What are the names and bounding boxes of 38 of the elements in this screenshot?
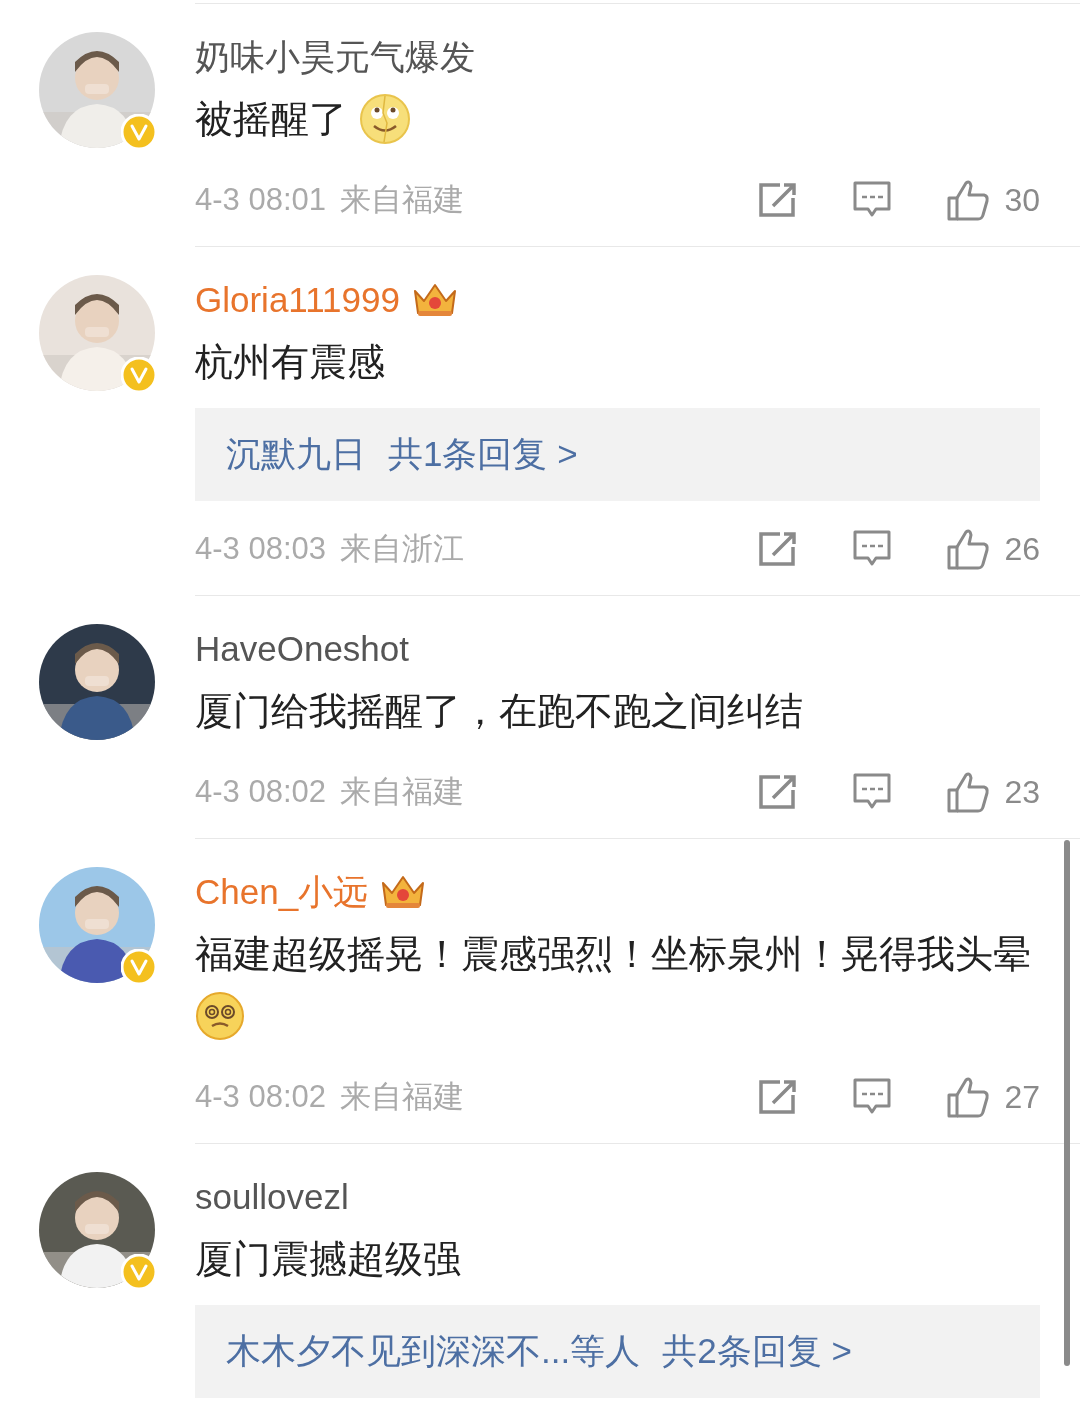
thumbs-up-icon[interactable] — [946, 527, 991, 571]
comment-text: 被摇醒了 — [195, 97, 347, 142]
like-count: 27 — [1004, 1078, 1040, 1117]
comment-text: 厦门震撼超级强 — [195, 1237, 461, 1282]
comment-text: 厦门给我摇醒了，在跑不跑之间纠结 — [195, 689, 803, 734]
username[interactable]: Chen_小远 — [195, 865, 369, 919]
timestamp: 4-3 08:02 — [195, 1077, 326, 1116]
reply-count-link[interactable]: 共1条回复 > — [388, 428, 578, 481]
username[interactable]: soullovezl — [195, 1170, 349, 1224]
reply-users[interactable]: 沉默九日 — [226, 428, 366, 481]
reply-count-link[interactable]: 共2条回复 > — [662, 1325, 852, 1378]
username[interactable]: HaveOneshot — [195, 622, 410, 676]
reply-users[interactable]: 木木夕不见到深深不...等人 — [226, 1325, 641, 1378]
timestamp: 4-3 08:03 — [195, 529, 326, 568]
username[interactable]: Gloria111999 — [195, 273, 400, 327]
location-text: 来自福建 — [340, 772, 464, 811]
like-count: 30 — [1004, 181, 1040, 220]
replies-panel[interactable]: 木木夕不见到深深不...等人 共2条回复 > — [195, 1305, 1040, 1398]
like-count: 26 — [1004, 530, 1040, 569]
share-icon[interactable] — [758, 774, 799, 810]
share-icon[interactable] — [758, 1079, 799, 1115]
dizzy-emoji-icon — [195, 991, 245, 1041]
location-text: 来自浙江 — [340, 529, 464, 568]
thumbs-up-icon[interactable] — [946, 1075, 991, 1119]
smiley-emoji-icon — [359, 93, 411, 145]
location-text: 来自福建 — [340, 1077, 464, 1116]
timestamp: 4-3 08:02 — [195, 772, 326, 811]
like-count: 23 — [1004, 773, 1040, 812]
timestamp: 4-3 08:01 — [195, 180, 326, 219]
thumbs-up-icon[interactable] — [946, 770, 991, 814]
username[interactable]: 奶味小昊元气爆发 — [195, 30, 475, 84]
comment-text: 杭州有震感 — [195, 340, 385, 385]
location-text: 来自福建 — [340, 180, 464, 219]
comment-text: 福建超级摇晃！震感强烈！坐标泉州！晃得我头晕 — [195, 932, 1031, 977]
share-icon[interactable] — [758, 531, 799, 567]
share-icon[interactable] — [758, 182, 799, 218]
thumbs-up-icon[interactable] — [946, 178, 991, 222]
replies-panel[interactable]: 沉默九日 共1条回复 > — [195, 408, 1040, 501]
